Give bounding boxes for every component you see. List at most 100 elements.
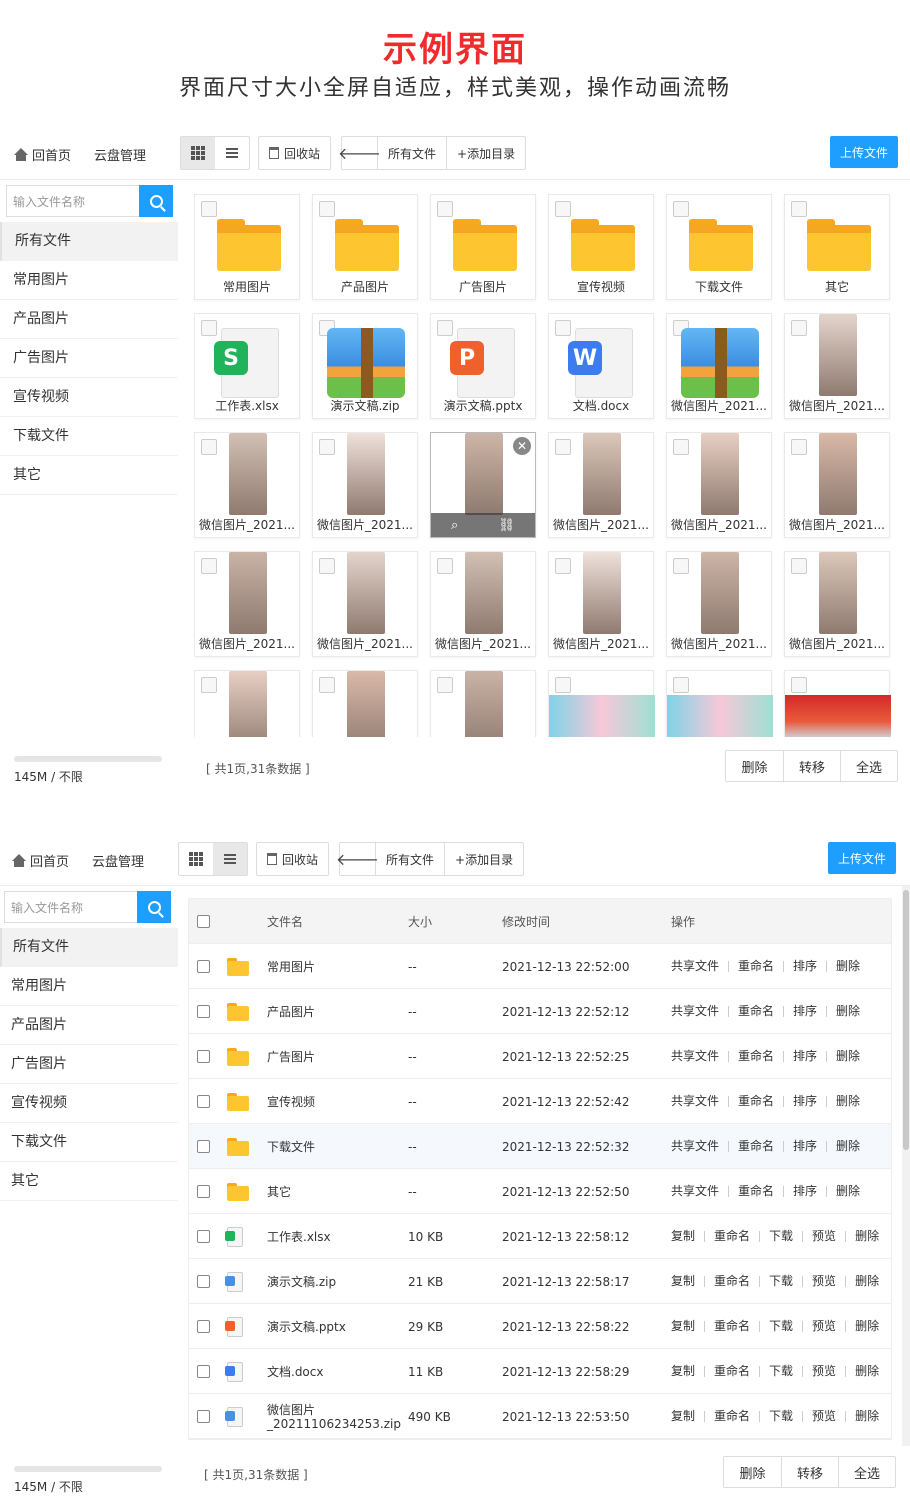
row-filename[interactable]: 产品图片 xyxy=(267,989,315,1034)
row-action[interactable]: 预览 xyxy=(802,1275,845,1287)
sidebar-item-common-images[interactable]: 常用图片 xyxy=(0,261,178,300)
row-action[interactable]: 排序 xyxy=(783,1095,826,1107)
sidebar-item-all-files[interactable]: 所有文件 xyxy=(0,928,178,967)
file-card[interactable]: P 演示文稿.pptx xyxy=(430,313,536,419)
select-all-button[interactable]: 全选 xyxy=(840,751,897,781)
file-card[interactable]: 微信图片_2021... xyxy=(312,432,418,538)
row-action[interactable]: 复制 xyxy=(671,1410,704,1422)
file-card[interactable]: 微信图片_2021... xyxy=(548,551,654,657)
select-all-button[interactable]: 全选 xyxy=(838,1457,895,1487)
zoom-icon[interactable]: ⌕ xyxy=(451,518,458,533)
link-icon[interactable]: ⛓ xyxy=(498,518,515,533)
header-name[interactable]: 文件名 xyxy=(267,899,303,944)
file-card[interactable] xyxy=(784,670,891,737)
folder-card[interactable]: 产品图片 xyxy=(312,194,418,300)
row-action[interactable]: 排序 xyxy=(783,1050,826,1062)
close-icon[interactable]: ✕ xyxy=(513,437,531,455)
row-action[interactable]: 重命名 xyxy=(728,1005,783,1017)
row-action[interactable]: 下载 xyxy=(759,1230,802,1242)
sidebar-item-other[interactable]: 其它 xyxy=(0,456,178,495)
delete-button[interactable]: 删除 xyxy=(724,1457,781,1487)
file-card[interactable]: 微信图片_2021... xyxy=(784,313,890,419)
file-card[interactable] xyxy=(548,670,655,737)
row-checkbox[interactable] xyxy=(197,1394,210,1439)
row-action[interactable]: 删除 xyxy=(845,1230,888,1242)
row-checkbox[interactable] xyxy=(197,1124,210,1169)
folder-card[interactable]: 宣传视频 xyxy=(548,194,654,300)
back-arrow-icon[interactable]: 🡐 xyxy=(338,137,381,169)
row-action[interactable]: 删除 xyxy=(826,1095,869,1107)
row-action[interactable]: 下载 xyxy=(759,1410,802,1422)
current-path[interactable]: 所有文件 xyxy=(376,843,446,875)
card-checkbox[interactable] xyxy=(791,677,807,693)
table-row[interactable]: 宣传视频 -- 2021-12-13 22:52:42 共享文件 重命名 排序 删除 xyxy=(189,1079,891,1124)
move-button[interactable]: 转移 xyxy=(781,1457,838,1487)
table-row[interactable]: 演示文稿.zip 21 KB 2021-12-13 22:58:17 复制 重命名 下载预… xyxy=(189,1259,891,1304)
row-action[interactable]: 重命名 xyxy=(704,1365,759,1377)
card-checkbox[interactable] xyxy=(319,558,335,574)
card-checkbox[interactable] xyxy=(437,201,453,217)
row-checkbox[interactable] xyxy=(197,944,210,989)
row-action[interactable]: 排序 xyxy=(783,1005,826,1017)
header-mtime[interactable]: 修改时间 xyxy=(502,899,550,944)
card-checkbox[interactable] xyxy=(201,558,217,574)
card-checkbox[interactable] xyxy=(555,677,571,693)
file-card[interactable]: 微信图片_2021... xyxy=(548,432,654,538)
row-action[interactable]: 共享文件 xyxy=(671,1185,728,1197)
row-action[interactable]: 复制 xyxy=(671,1320,704,1332)
card-checkbox[interactable] xyxy=(437,558,453,574)
card-checkbox[interactable] xyxy=(555,320,571,336)
row-action[interactable]: 预览 xyxy=(802,1410,845,1422)
row-action[interactable]: 共享文件 xyxy=(671,1050,728,1062)
row-checkbox[interactable] xyxy=(197,989,210,1034)
card-checkbox[interactable] xyxy=(319,677,335,693)
card-checkbox[interactable] xyxy=(555,558,571,574)
row-action[interactable]: 删除 xyxy=(845,1275,888,1287)
scrollbar[interactable] xyxy=(902,886,910,1446)
row-action[interactable]: 排序 xyxy=(783,960,826,972)
card-checkbox[interactable] xyxy=(791,439,807,455)
row-action[interactable]: 共享文件 xyxy=(671,1095,728,1107)
row-action[interactable]: 重命名 xyxy=(728,1050,783,1062)
file-card[interactable] xyxy=(430,670,536,737)
row-action[interactable]: 重命名 xyxy=(728,960,783,972)
row-checkbox[interactable] xyxy=(197,1034,210,1079)
file-card[interactable] xyxy=(666,670,773,737)
back-arrow-icon[interactable]: 🡐 xyxy=(336,843,379,875)
row-action[interactable]: 下载 xyxy=(759,1320,802,1332)
grid-view-button[interactable] xyxy=(181,137,215,169)
row-action[interactable]: 共享文件 xyxy=(671,960,728,972)
cloud-manage-link[interactable]: 云盘管理 xyxy=(94,145,146,164)
folder-card[interactable]: 广告图片 xyxy=(430,194,536,300)
row-checkbox[interactable] xyxy=(197,1304,210,1349)
current-path[interactable]: 所有文件 xyxy=(378,137,448,169)
search-input[interactable]: 输入文件名称 xyxy=(6,185,139,217)
row-action[interactable]: 下载 xyxy=(759,1275,802,1287)
row-checkbox[interactable] xyxy=(197,1169,210,1214)
sidebar-item-all-files[interactable]: 所有文件 xyxy=(0,222,178,261)
row-checkbox[interactable] xyxy=(197,1349,210,1394)
row-action[interactable]: 删除 xyxy=(826,960,869,972)
file-card[interactable]: S 工作表.xlsx xyxy=(194,313,300,419)
sidebar-item-promo-videos[interactable]: 宣传视频 xyxy=(0,378,178,417)
file-card[interactable]: 微信图片_2021... xyxy=(430,551,536,657)
file-card[interactable]: ✕ ⌕ ⛓ xyxy=(430,432,536,538)
delete-button[interactable]: 删除 xyxy=(726,751,783,781)
home-link[interactable]: 回首页 xyxy=(14,145,71,164)
card-checkbox[interactable] xyxy=(791,558,807,574)
card-checkbox[interactable] xyxy=(673,439,689,455)
row-action[interactable]: 重命名 xyxy=(704,1410,759,1422)
row-action[interactable]: 重命名 xyxy=(704,1230,759,1242)
row-checkbox[interactable] xyxy=(197,1079,210,1124)
row-filename[interactable]: 其它 xyxy=(267,1169,291,1214)
row-action[interactable]: 复制 xyxy=(671,1365,704,1377)
row-action[interactable]: 排序 xyxy=(783,1185,826,1197)
row-action[interactable]: 删除 xyxy=(826,1050,869,1062)
card-checkbox[interactable] xyxy=(673,201,689,217)
file-card[interactable]: 微信图片_2021... xyxy=(784,432,890,538)
recycle-bin-button[interactable]: 回收站 xyxy=(256,842,330,876)
sidebar-item-other[interactable]: 其它 xyxy=(0,1162,178,1201)
recycle-bin-button[interactable]: 回收站 xyxy=(258,136,332,170)
sidebar-item-ad-images[interactable]: 广告图片 xyxy=(0,339,178,378)
row-action[interactable]: 删除 xyxy=(845,1365,888,1377)
